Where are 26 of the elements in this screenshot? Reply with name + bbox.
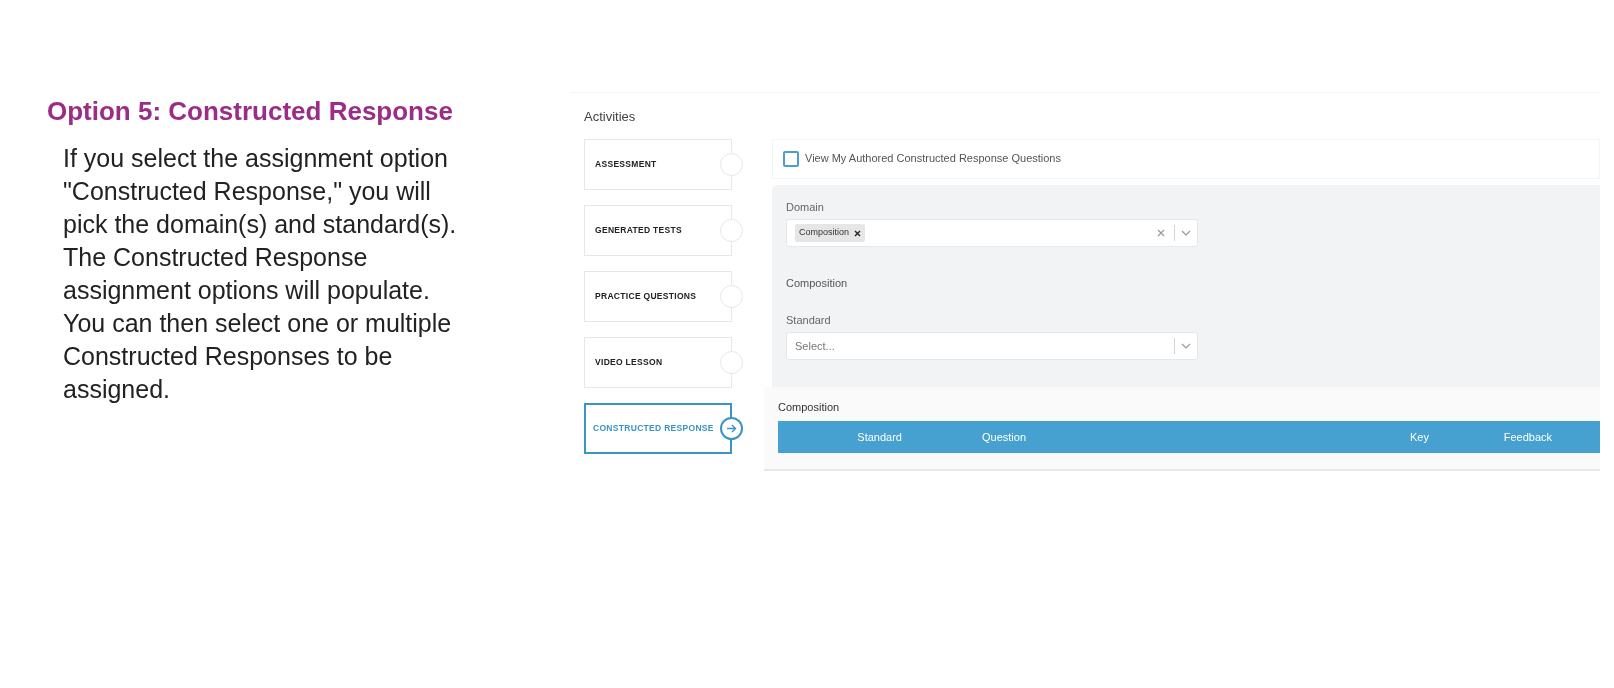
column-header: Feedback xyxy=(1502,429,1552,445)
activity-tab[interactable]: ASSESSMENT xyxy=(584,138,732,190)
remove-icon[interactable] xyxy=(854,229,862,237)
checkbox-label: View My Authored Constructed Response Questions xyxy=(805,151,1061,167)
description-paragraph: If you select the assignment option "Constructed Response," you will pick the domain(s) and standard(s). The Constructed Response assignment options will populate. You can then select one or multiple Constructed Responses to be assigned. xyxy=(63,143,458,405)
slide-heading: Option 5: Constructed Response xyxy=(47,95,454,128)
field-label: Domain xyxy=(786,199,825,215)
clear-icon[interactable] xyxy=(1156,228,1166,238)
column-header: Key xyxy=(1409,429,1429,445)
domain-heading: Composition xyxy=(786,276,849,291)
column-header: Standard xyxy=(856,429,902,445)
domain-select[interactable]: Composition xyxy=(786,219,1198,247)
section-title: Activities xyxy=(584,108,637,126)
activity-tab[interactable]: GENERATED TESTS xyxy=(584,204,732,256)
chevron-down-icon[interactable] xyxy=(1181,230,1191,236)
domain-tag: Composition xyxy=(795,224,866,242)
table-title: Composition xyxy=(778,399,841,415)
standard-select[interactable]: Select... xyxy=(786,332,1198,360)
checkbox[interactable] xyxy=(783,150,799,167)
standard-input[interactable]: Select... xyxy=(795,337,1174,355)
activity-tab[interactable]: PRACTICE QUESTIONS xyxy=(584,270,732,322)
activity-tab[interactable]: VIDEO LESSON xyxy=(584,336,732,388)
field-label: Standard xyxy=(786,312,832,328)
column-header: Question xyxy=(980,429,1026,445)
arrow-right-icon xyxy=(726,423,737,433)
chevron-down-icon[interactable] xyxy=(1181,343,1191,349)
